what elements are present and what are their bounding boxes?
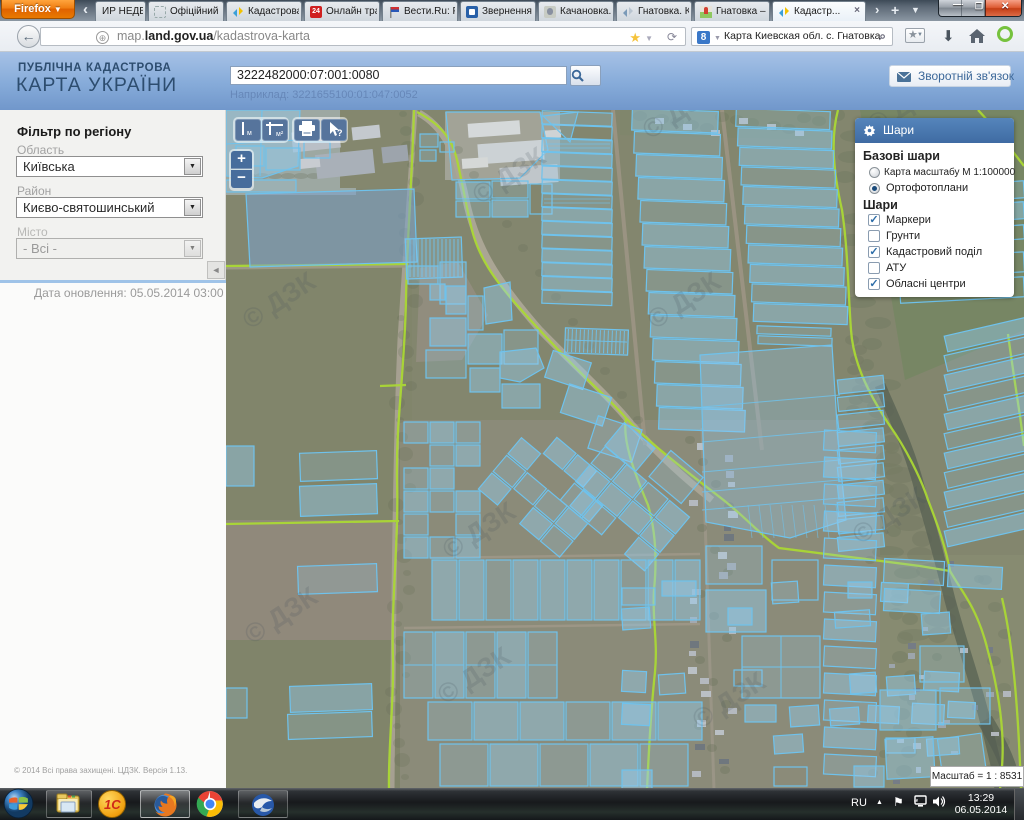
svg-text:м²: м² (276, 131, 284, 138)
svg-text:?: ? (337, 128, 343, 138)
svg-text:м: м (247, 130, 252, 137)
